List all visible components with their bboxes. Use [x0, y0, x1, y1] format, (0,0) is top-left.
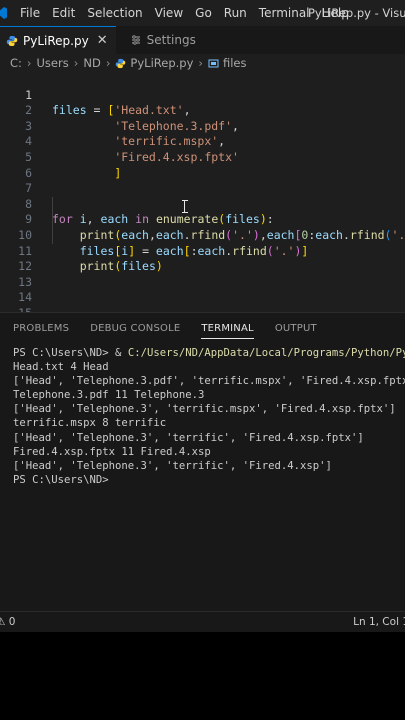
- terminal-line: terrific.mspx 8 terrific: [13, 417, 167, 430]
- panel-tab-bar: PROBLEMS DEBUG CONSOLE TERMINAL OUTPUT: [0, 313, 405, 343]
- terminal-prompt: PS C:\Users\ND> &: [13, 347, 128, 359]
- terminal-line: ['Head', 'Telephone.3.pdf', 'terrific.ms…: [13, 375, 405, 388]
- settings-icon: [130, 34, 142, 46]
- breadcrumb-symbol[interactable]: files: [223, 56, 247, 70]
- tab-label: PyLiRep.py: [23, 33, 89, 48]
- cursor-position[interactable]: Ln 1, Col 1: [353, 616, 405, 628]
- breadcrumb-drive[interactable]: C:: [10, 56, 22, 70]
- menu-file[interactable]: File: [14, 6, 46, 20]
- code-editor[interactable]: 1 files = ['Head.txt', 2 'Telephone.3.pd…: [0, 72, 405, 320]
- tab-debug-console[interactable]: DEBUG CONSOLE: [77, 313, 188, 343]
- code-line: 8 for i, each in enumerate(files):: [0, 181, 405, 227]
- terminal-line: Fired.4.xsp.fptx 11 Fired.4.xsp: [13, 445, 211, 458]
- close-icon[interactable]: ✕: [97, 33, 108, 48]
- terminal-command: C:/Users/ND/AppData/Local/Programs/Pytho…: [127, 347, 405, 359]
- editor-tab-bar: PyLiRep.py ✕ Settings: [0, 26, 405, 54]
- mouse-cursor-icon: [182, 200, 188, 213]
- chevron-right-icon: ›: [105, 56, 111, 70]
- code-line: 5 ]: [0, 134, 405, 180]
- python-icon: [115, 58, 126, 69]
- code-line: 6: [0, 150, 405, 180]
- chevron-right-icon: ›: [26, 56, 32, 70]
- letterbox-bottom: [0, 632, 405, 720]
- python-icon: [6, 35, 18, 47]
- code-line: 7: [0, 166, 405, 195]
- tab-pylirep[interactable]: PyLiRep.py ✕: [0, 26, 116, 54]
- chevron-right-icon: ›: [198, 56, 203, 70]
- terminal-line: Telephone.3.pdf 11 Telephone.3: [13, 389, 205, 402]
- code-line: 2 'Telephone.3.pdf',: [0, 88, 405, 133]
- code-line: 3 'terrific.mspx',: [0, 103, 405, 149]
- code-line: 10 files[i] = each[:each.rfind('.')]: [0, 212, 405, 258]
- code-line: 11 print(files): [0, 228, 405, 274]
- terminal-prompt-line[interactable]: PS C:\Users\ND>: [13, 473, 405, 487]
- menu-bar: File Edit Selection View Go Run Terminal…: [0, 0, 405, 26]
- terminal-line: Head.txt 4 Head: [13, 361, 109, 374]
- tab-settings[interactable]: Settings: [115, 26, 204, 54]
- window-title: PyLiRep.py - Visual Studio Code: [308, 6, 405, 20]
- tab-problems[interactable]: PROBLEMS: [0, 313, 77, 343]
- breadcrumb-file[interactable]: PyLiRep.py: [130, 56, 193, 70]
- breadcrumb-nd[interactable]: ND: [83, 56, 100, 70]
- menu-go[interactable]: Go: [189, 6, 218, 20]
- code-line: 1 files = ['Head.txt',: [0, 72, 405, 118]
- vscode-logo-icon: [0, 6, 8, 20]
- breadcrumb: C: › Users › ND › PyLiRep.py › files: [0, 54, 405, 72]
- problems-count[interactable]: ⚠ 0: [0, 616, 15, 628]
- terminal-line: ['Head', 'Telephone.3', 'terrific', 'Fir…: [13, 431, 364, 444]
- menu-selection[interactable]: Selection: [81, 6, 148, 20]
- code-line: 4 'Fired.4.xsp.fptx': [0, 119, 405, 164]
- code-line: 12: [0, 244, 405, 273]
- menu-run[interactable]: Run: [218, 6, 253, 20]
- code-line: 14: [0, 275, 405, 304]
- tab-output[interactable]: OUTPUT: [262, 313, 325, 343]
- terminal-line: ['Head', 'Telephone.3', 'terrific', 'Fir…: [13, 459, 332, 472]
- menu-terminal[interactable]: Terminal: [253, 6, 316, 20]
- vscode-window: File Edit Selection View Go Run Terminal…: [0, 0, 405, 632]
- status-bar: ⚠ 0 Ln 1, Col 1: [0, 611, 405, 632]
- terminal-line: ['Head', 'Telephone.3', 'terrific.mspx',…: [13, 403, 396, 416]
- tab-terminal[interactable]: TERMINAL: [188, 313, 261, 343]
- code-line: 13: [0, 259, 405, 289]
- variable-icon: [208, 58, 219, 69]
- chevron-right-icon: ›: [73, 56, 79, 70]
- terminal-line: PS C:\Users\ND> & C:/Users/ND/AppData/Lo…: [13, 346, 405, 360]
- menu-edit[interactable]: Edit: [46, 6, 81, 20]
- code-line: 9 print(each,each.rfind('.'),each[0:each…: [0, 197, 405, 242]
- tab-label: Settings: [146, 33, 196, 47]
- code-line: 15: [0, 290, 405, 320]
- menu-view[interactable]: View: [149, 6, 189, 20]
- breadcrumb-users[interactable]: Users: [37, 56, 69, 70]
- terminal-output[interactable]: PS C:\Users\ND> & C:/Users/ND/AppData/Lo…: [0, 343, 405, 611]
